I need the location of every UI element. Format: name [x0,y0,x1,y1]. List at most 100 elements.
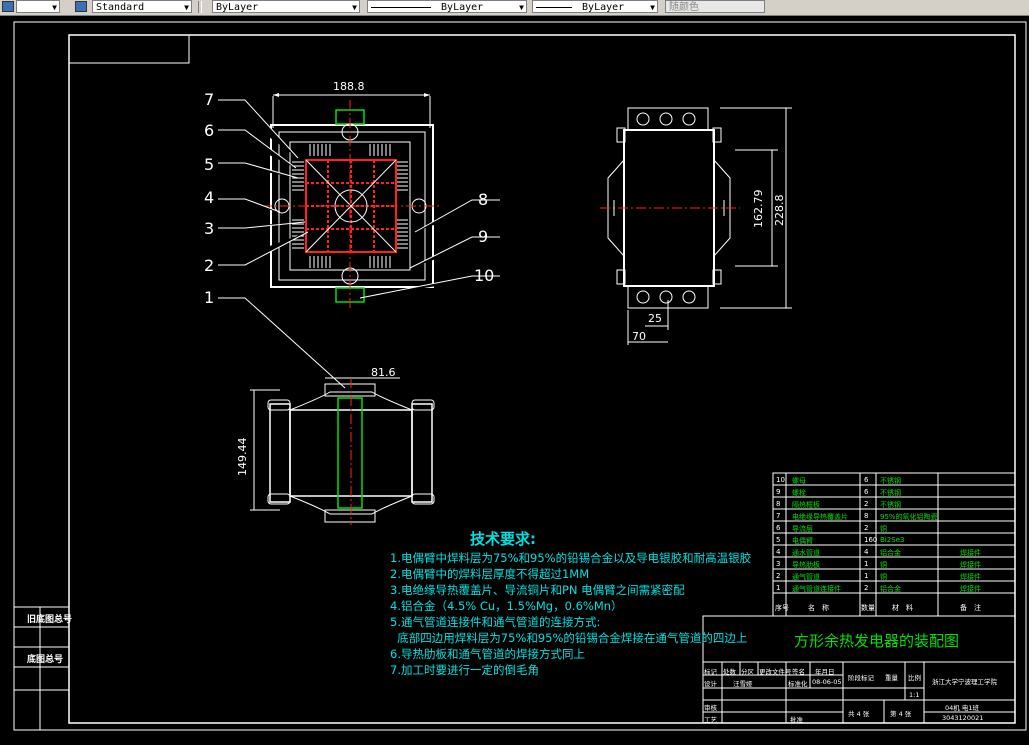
tb-sheet-total: 共 4 张 [848,710,870,718]
bom-cell-mat: 不锈钢 [880,489,901,497]
bom-cell-name: 螺母 [792,477,806,485]
callout-7: 7 [204,90,215,109]
tb-label-stage: 阶段标记 [848,674,874,682]
bom-cell-no: 6 [776,524,781,532]
text-style-select[interactable]: Standard ▼ [92,0,192,13]
bom-cell-note: 焊接件 [960,585,981,593]
callout-8: 8 [478,190,489,209]
tb-label-zone: 分区 [741,668,754,676]
tb-label-design: 设计 [704,680,717,688]
tech-req-line: 底部四边用焊料层为75%和95%的铅锡合金焊接在通气管道的四边上 [390,631,748,645]
dim-side-w2: 70 [632,330,646,343]
front-view [218,93,500,389]
code-box [68,34,190,64]
bom-cell-no: 10 [776,476,785,484]
tb-label-process: 工艺 [704,716,717,724]
bom-header-qty: 数量 [861,604,875,612]
bom-cell-name: 通水管道 [792,549,820,557]
bom-cell-mat: 不锈钢 [880,501,901,509]
callout-1: 1 [204,288,215,307]
linetype-value: ByLayer [441,2,484,13]
bom-cell-qty: 2 [864,500,869,508]
tech-req-line: 4.铝合金（4.5% Cu，1.5%Mg，0.6%Mn） [390,599,623,613]
layer-value: ByLayer [216,2,259,13]
callout-2: 2 [204,256,215,275]
text-style-icon[interactable] [75,1,87,12]
bom-cell-no: 3 [776,560,781,568]
tech-requirements-title: 技术要求: [470,530,536,548]
bom-cell-mat: 铜 [880,573,887,581]
callout-6: 6 [204,121,215,140]
bom-cell-no: 5 [776,536,781,544]
tech-req-line: 5.通气管道连接件和通气管道的连接方式: [390,615,601,629]
bom-header-no: 序号 [775,604,789,612]
dim-side-h1: 162.79 [752,189,765,229]
dim-bottom-height: 149.44 [236,437,249,477]
color-value: 随颜色 [669,2,699,13]
bom-cell-qty: 8 [864,512,869,520]
tech-req-line: 6.导热肋板和通气管道的焊接方式同上 [390,647,585,661]
bom-cell-no: 4 [776,548,781,556]
tb-label-count: 处数 [723,668,736,676]
bom-cell-mat: 铝合金 [880,585,901,593]
color-select[interactable]: 随颜色 [665,0,765,13]
dimension-style-select[interactable]: ▼ [16,0,60,13]
dim-side-w1: 25 [648,312,662,325]
tech-req-line: 1.电偶臂中焊料层为75%和95%的铅锡合金以及导电银胶和耐高温银胶 [390,551,752,565]
bom-cell-qty: 1 [864,572,869,580]
tb-school: 浙江大学宁波理工学院 [932,678,997,686]
properties-toolbar: ▼ Standard ▼ ByLayer ▼ ByLayer ▼ ByLayer… [0,0,1029,16]
text-style-value: Standard [96,2,145,13]
base-drawing-label: 底图总号 [27,655,64,665]
chevron-down-icon: ▼ [184,3,189,12]
bom-cell-name: 隔热框板 [792,501,820,509]
bom-cell-qty: 6 [864,476,869,484]
tech-req-line: 3.电绝缘导热覆盖片、导流铜片和PN 电偶臂之间需紧密配 [390,583,685,597]
lineweight-swatch [536,6,572,8]
bom-cell-name: 电绝缘导热覆盖片 [792,513,848,521]
tb-date: 08-06-05 [812,678,842,686]
bom-cell-note: 焊接件 [960,573,981,581]
bom-cell-note: 焊接件 [960,561,981,569]
command-line[interactable] [0,738,1029,745]
bom-cell-no: 9 [776,488,781,496]
bom-cell-mat: 铜 [880,561,887,569]
linetype-select[interactable]: ByLayer ▼ [367,0,527,13]
tb-class: 04机 电1班 [945,704,979,712]
bom-cell-mat: 铝合金 [880,549,901,557]
bom-cell-qty: 160 [864,536,878,544]
old-base-drawing-label: 旧底图总号 [27,615,73,625]
tb-label-ymd: 年月日 [815,668,835,676]
callout-3: 3 [204,219,215,238]
callout-4: 4 [204,188,215,207]
tb-label-weight: 重量 [885,674,898,682]
tb-label-approve: 批准 [790,716,803,724]
bom-cell-mat: 铜 [880,525,887,533]
bom-cell-name: 通气管道 [792,573,820,581]
layer-select[interactable]: ByLayer ▼ [212,0,360,13]
bom-cell-note: 焊接件 [960,549,981,557]
tb-student-no: 3043120021 [942,714,984,722]
bom-cell-name: 导流层 [792,525,813,533]
callout-5: 5 [204,155,215,174]
bom-cell-name: 导热肋板 [792,561,820,569]
bom-header-note: 备 注 [960,604,981,612]
callout-10: 10 [474,266,495,285]
tb-designer: 汪雪娅 [733,680,753,688]
tb-sheet-no: 第 4 张 [890,710,912,718]
text-style-icon[interactable] [2,1,14,12]
tech-req-line: 7.加工时要进行一定的倒毛角 [390,663,539,677]
tb-label-ratio: 比例 [908,674,921,682]
drawing-title: 方形余热发电器的装配图 [794,632,960,650]
tech-req-line: 2.电偶臂中的焊料层厚度不得超过1MM [390,567,590,581]
bom-cell-qty: 6 [864,488,869,496]
bom-cell-mat: 不锈钢 [880,477,901,485]
tb-scale: 1:1 [909,691,920,699]
bom-cell-qty: 2 [864,524,869,532]
lineweight-select[interactable]: ByLayer ▼ [532,0,658,13]
bom-cell-no: 8 [776,500,781,508]
lineweight-value: ByLayer [582,2,625,13]
bom-cell-qty: 2 [864,584,869,592]
bom-cell-no: 2 [776,572,781,580]
tb-label-sign: 签名 [792,668,805,676]
